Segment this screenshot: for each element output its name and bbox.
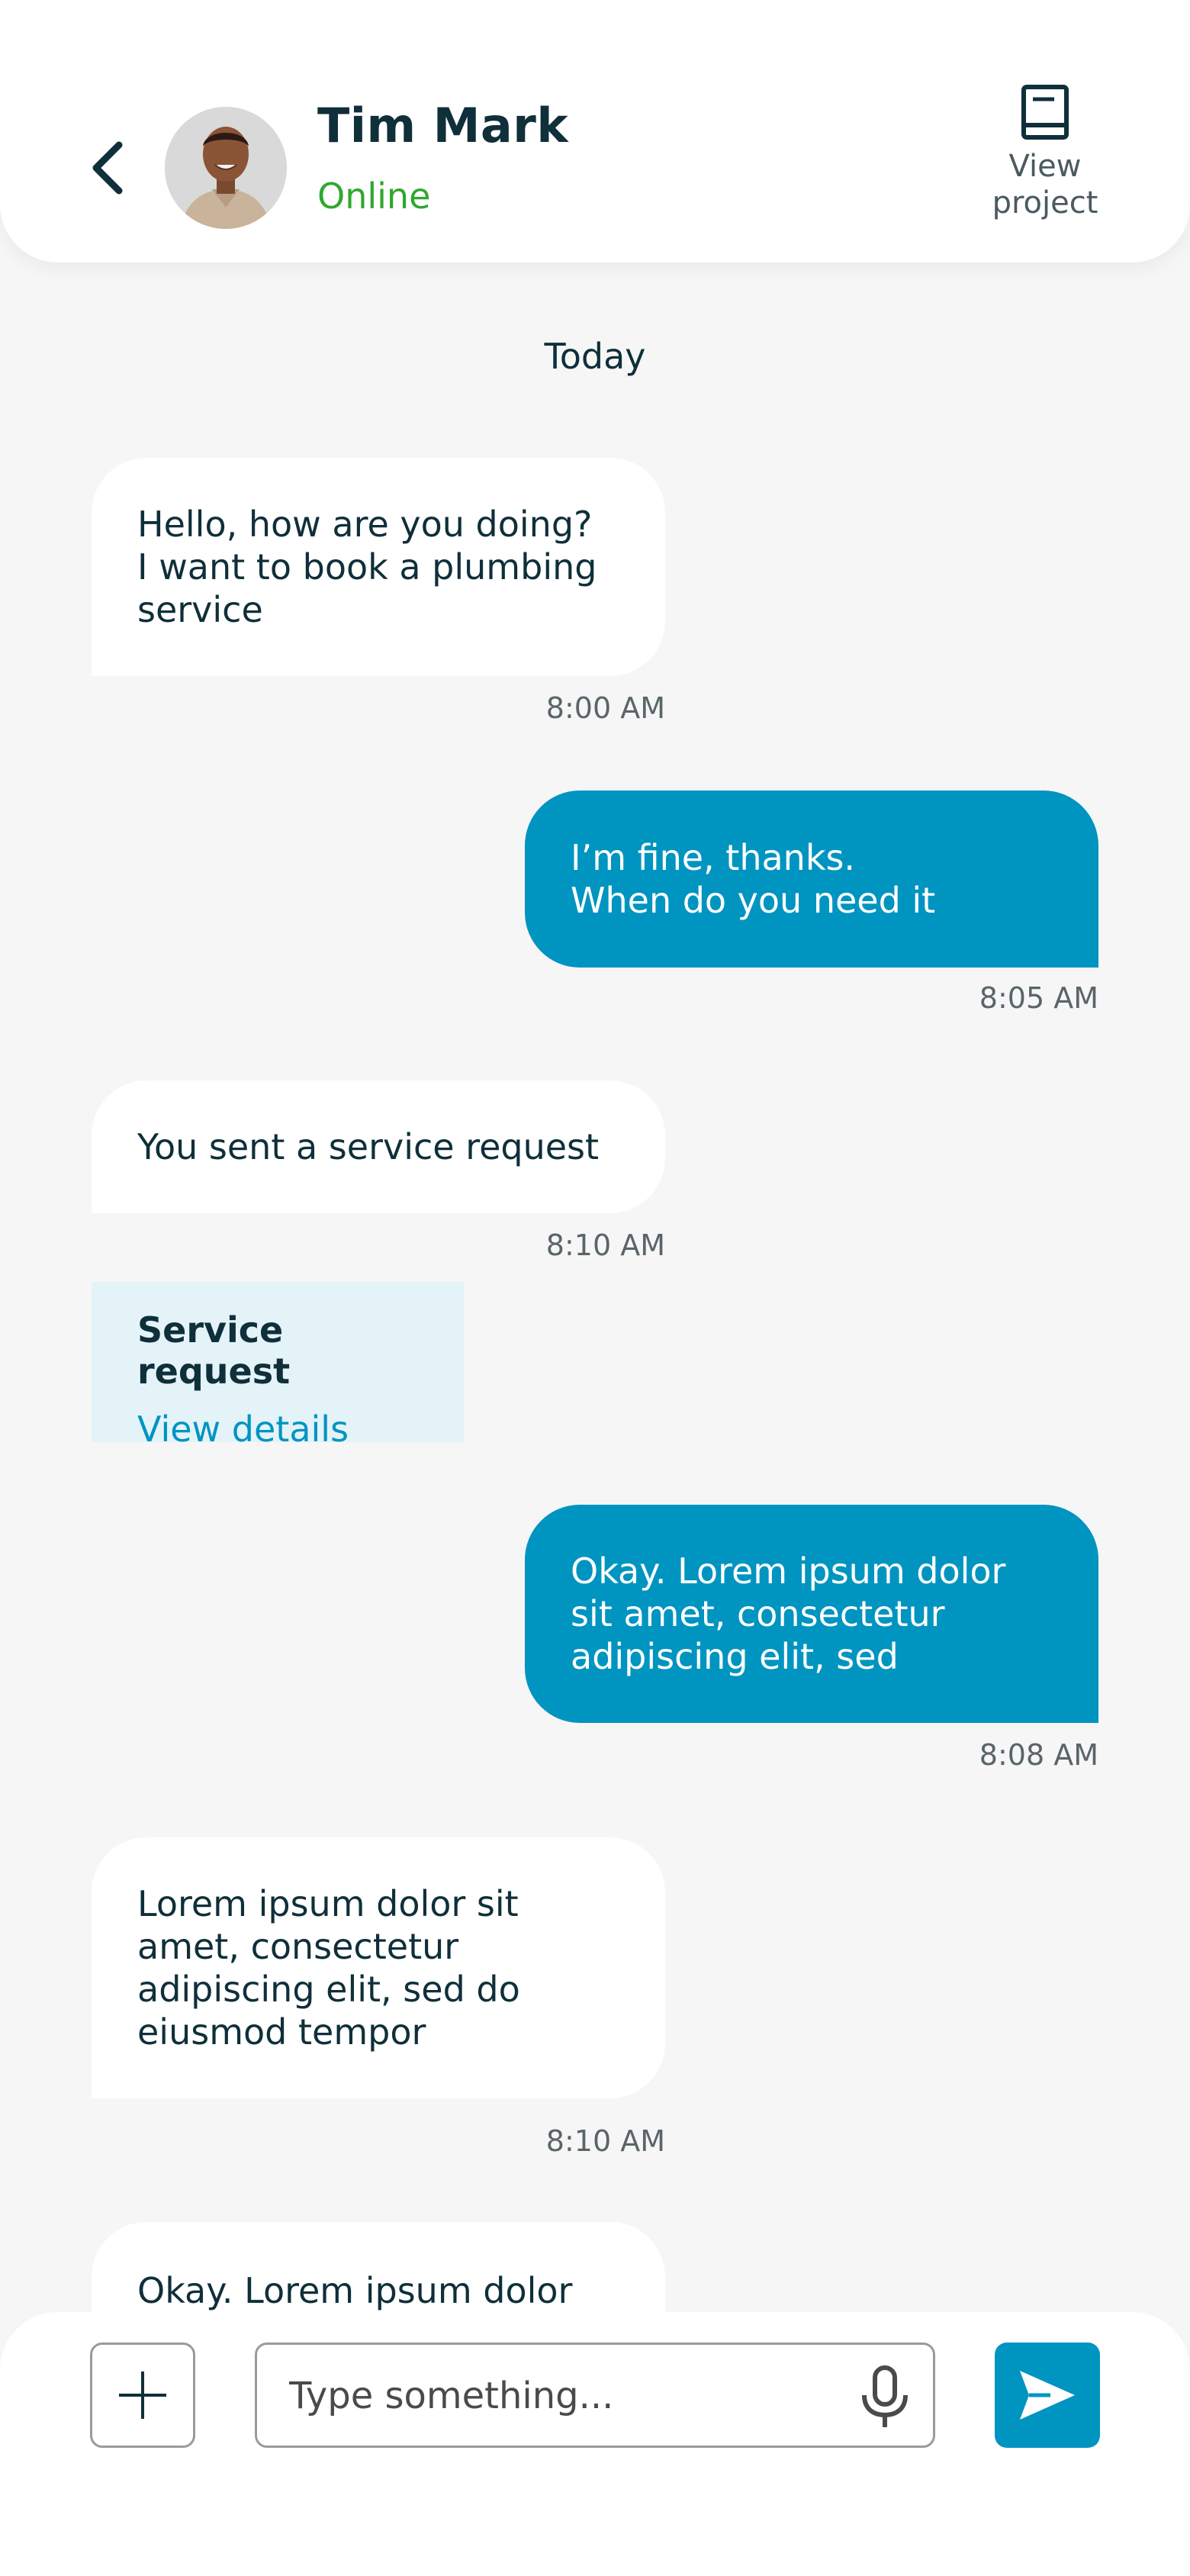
message-line: Lorem ipsum dolor sit [137,1883,519,1924]
message-bubble-outgoing[interactable]: I’m fine, thanks. When do you need it [525,791,1098,968]
message-timestamp: 8:08 AM [979,1738,1098,1772]
message-bubble-incoming[interactable]: Hello, how are you doing? I want to book… [92,458,665,676]
book-icon [1021,85,1069,140]
message-bubble-incoming[interactable]: You sent a service request [92,1080,665,1213]
online-status: Online [317,175,431,217]
message-input-wrapper[interactable] [255,2343,935,2448]
message-line: service [137,589,263,630]
message-line: amet, consectetur [137,1926,459,1967]
message-line: You sent a service request [137,1126,600,1167]
back-button[interactable] [84,137,130,198]
message-input[interactable] [288,2345,825,2447]
message-line: When do you need it [571,880,936,921]
message-bubble-incoming[interactable]: Lorem ipsum dolor sit amet, consectetur … [92,1837,665,2098]
chat-header: Tim Mark Online View project [0,0,1190,262]
message-line: Hello, how are you doing? [137,504,593,545]
message-line: adipiscing elit, sed [571,1636,899,1677]
message-line: I want to book a plumbing [137,546,597,588]
send-button[interactable] [995,2343,1100,2448]
avatar-image [165,107,287,229]
avatar[interactable] [165,107,287,229]
view-project-label-1: View [1008,149,1082,184]
message-line: adipiscing elit, sed do [137,1969,520,2010]
message-line: Okay. Lorem ipsum dolor [571,1550,1006,1592]
view-project-button[interactable]: View project [976,84,1114,237]
attach-button[interactable] [90,2343,195,2448]
view-details-link[interactable]: View details [137,1409,418,1450]
message-timestamp: 8:10 AM [545,1228,665,1262]
view-project-label-2: project [992,185,1098,221]
message-bubble-outgoing[interactable]: Okay. Lorem ipsum dolor sit amet, consec… [525,1505,1098,1723]
message-timestamp: 8:00 AM [545,691,665,725]
contact-name: Tim Mark [317,98,569,153]
back-arrow-icon [92,141,123,195]
message-line: eiusmod tempor [137,2011,426,2053]
message-line: I’m fine, thanks. [571,837,856,878]
day-separator: Today [544,336,646,377]
send-icon [1020,2371,1075,2420]
message-timestamp: 8:10 AM [545,2124,665,2158]
plus-icon [119,2372,166,2419]
message-line: Okay. Lorem ipsum dolor [137,2270,573,2311]
service-request-title: Service request [137,1309,291,1392]
message-line: sit amet, consectetur [571,1593,945,1634]
service-request-card[interactable]: Service request View details [92,1282,464,1450]
microphone-icon[interactable] [858,2365,912,2430]
message-timestamp: 8:05 AM [979,981,1098,1015]
